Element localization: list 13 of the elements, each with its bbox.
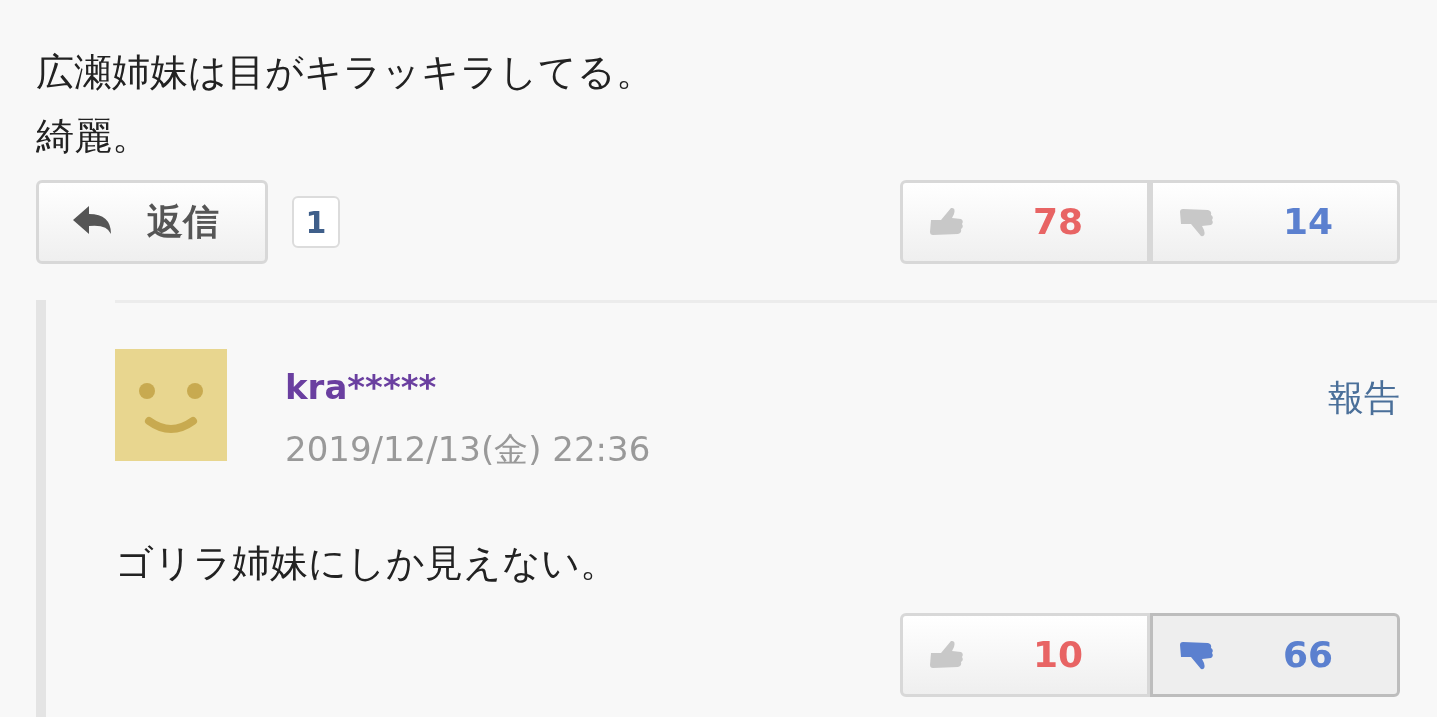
- reply-button[interactable]: 返信: [36, 180, 268, 264]
- report-link[interactable]: 報告: [1328, 371, 1400, 421]
- upvote-button[interactable]: 10: [900, 613, 1150, 697]
- comment-text: 広瀬姉妹は目がキラッキラしてる。: [36, 49, 655, 96]
- upvote-button[interactable]: 78: [900, 180, 1150, 264]
- downvote-button[interactable]: 66: [1150, 613, 1400, 697]
- comment-text: 綺麗。: [36, 113, 151, 160]
- username[interactable]: kra*****: [285, 363, 651, 411]
- post-date: 2019/12/13(金) 22:36: [285, 428, 651, 471]
- downvote-button[interactable]: 14: [1150, 180, 1400, 264]
- avatar-smiley-icon: [115, 349, 227, 461]
- reply-text: ゴリラ姉妹にしか見えない。: [115, 540, 619, 587]
- reply-count: 1: [292, 196, 340, 248]
